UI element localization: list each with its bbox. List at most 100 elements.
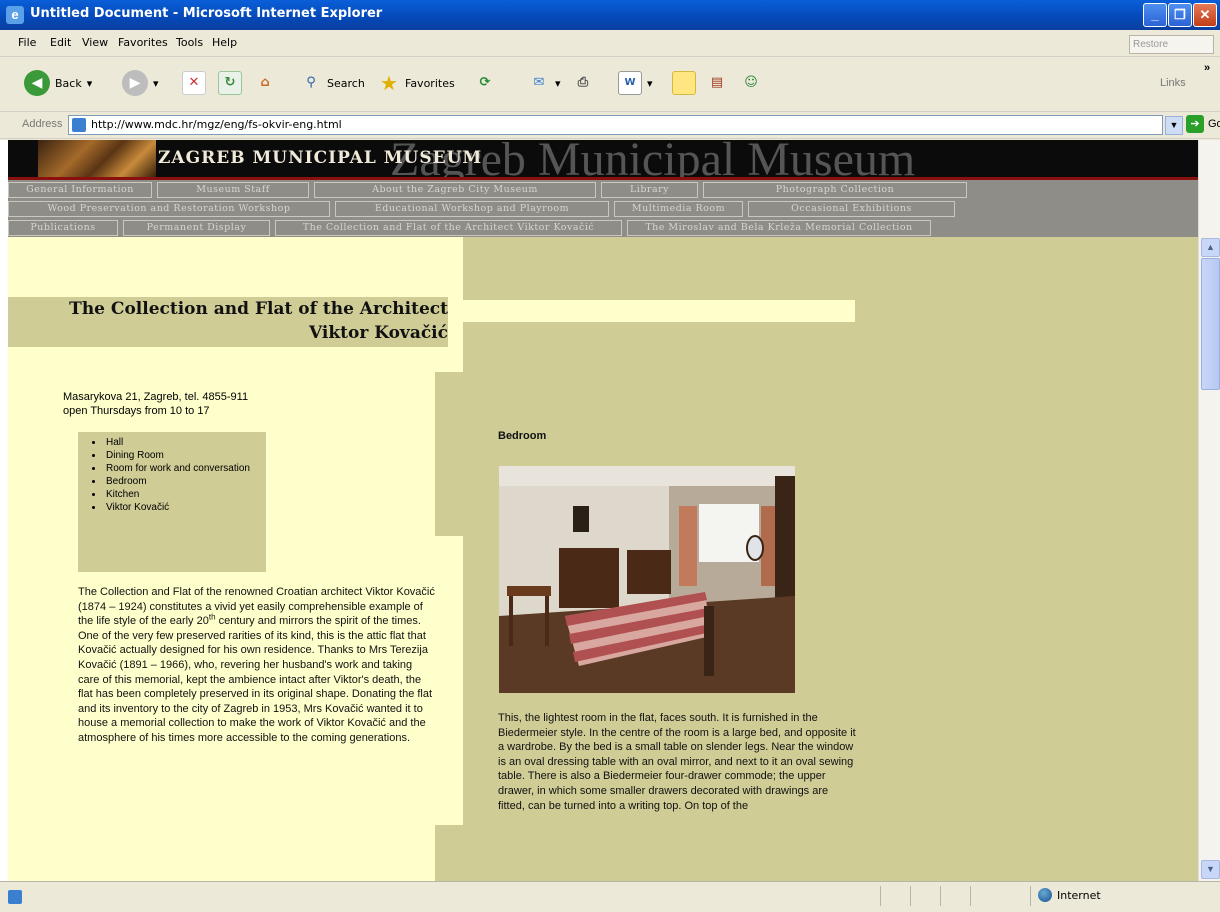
room-link-bedroom[interactable]: Bedroom — [104, 475, 266, 488]
dropdown-arrow-icon: ▾ — [647, 76, 653, 90]
description-part2: century and mirrors the spirit of the ti… — [78, 615, 433, 744]
museum-banner: Zagreb Municipal Museum ZAGREB MUNICIPAL… — [8, 140, 1198, 180]
address-label: Address — [22, 118, 63, 130]
mail-button[interactable]: ✉ ▾ — [528, 69, 561, 97]
nav-about-museum[interactable]: About the Zagreb City Museum — [314, 182, 596, 198]
edit-button[interactable]: W ▾ — [618, 69, 653, 97]
dropdown-arrow-icon: ▾ — [153, 76, 159, 90]
close-icon: ✕ — [1199, 7, 1211, 22]
back-button[interactable]: ◀ Back ▾ — [24, 69, 92, 97]
scroll-up-button[interactable]: ▲ — [1201, 238, 1220, 257]
nav-library[interactable]: Library — [601, 182, 698, 198]
history-button[interactable]: ⟳ — [474, 69, 496, 97]
address-street: Masarykova 21, Zagreb, tel. 4855-911 — [63, 391, 249, 403]
room-link-work-room[interactable]: Room for work and conversation — [104, 462, 266, 475]
chevron-right-icon[interactable]: » — [1204, 62, 1210, 74]
nav-kovacic-collection[interactable]: The Collection and Flat of the Architect… — [275, 220, 622, 236]
star-icon: ★ — [380, 71, 398, 95]
status-separator — [940, 886, 941, 906]
menu-edit[interactable]: Edit — [50, 36, 71, 49]
maximize-icon: ❐ — [1174, 7, 1186, 22]
address-input[interactable]: http://www.mdc.hr/mgz/eng/fs-okvir-eng.h… — [68, 115, 1163, 135]
research-button[interactable]: ▤ — [706, 69, 728, 97]
minimize-icon: _ — [1151, 7, 1159, 22]
page-viewport: Zagreb Municipal Museum ZAGREB MUNICIPAL… — [0, 140, 1198, 881]
vertical-scrollbar[interactable]: ▲ ▼ — [1198, 140, 1220, 881]
room-link-kitchen[interactable]: Kitchen — [104, 488, 266, 501]
security-zone: Internet — [1038, 888, 1101, 902]
room-link-viktor-kovacic[interactable]: Viktor Kovačić — [104, 501, 266, 514]
nav-photograph-collection[interactable]: Photograph Collection — [703, 182, 967, 198]
room-link-dining-room[interactable]: Dining Room — [104, 449, 266, 462]
status-separator — [970, 886, 971, 906]
menu-tools[interactable]: Tools — [176, 36, 203, 49]
messenger-button[interactable]: ☺ — [740, 69, 762, 97]
print-icon: ⎙ — [577, 75, 589, 90]
bedroom-photo-illustration — [499, 466, 795, 693]
zone-label: Internet — [1057, 888, 1101, 902]
mail-icon: ✉ — [533, 75, 545, 90]
back-arrow-icon: ◀ — [24, 70, 50, 96]
nav-museum-staff[interactable]: Museum Staff — [157, 182, 309, 198]
refresh-icon: ↻ — [218, 71, 242, 95]
navigation-menu: General Information Museum Staff About t… — [8, 180, 1198, 237]
nav-general-information[interactable]: General Information — [8, 182, 152, 198]
search-icon: ⚲ — [306, 75, 316, 90]
nav-krleza-collection[interactable]: The Miroslav and Bela Krleža Memorial Co… — [627, 220, 931, 236]
links-label[interactable]: Links — [1160, 77, 1186, 89]
address-bar: Address http://www.mdc.hr/mgz/eng/fs-okv… — [0, 112, 1220, 139]
print-button[interactable]: ⎙ — [572, 69, 594, 97]
nav-multimedia-room[interactable]: Multimedia Room — [614, 201, 743, 217]
home-button[interactable]: ⌂ — [254, 69, 276, 97]
discuss-button[interactable] — [672, 69, 696, 97]
nav-wood-preservation[interactable]: Wood Preservation and Restoration Worksh… — [8, 201, 330, 217]
nav-publications[interactable]: Publications — [8, 220, 118, 236]
menu-favorites[interactable]: Favorites — [118, 36, 168, 49]
restore-button[interactable]: Restore — [1129, 35, 1214, 54]
messenger-icon: ☺ — [744, 75, 758, 90]
minimize-button[interactable]: _ — [1143, 3, 1167, 27]
scroll-thumb[interactable] — [1201, 258, 1220, 390]
nav-educational-workshop[interactable]: Educational Workshop and Playroom — [335, 201, 609, 217]
opening-hours: open Thursdays from 10 to 17 — [63, 405, 210, 417]
title-bar: e Untitled Document - Microsoft Internet… — [0, 0, 1220, 30]
menu-view[interactable]: View — [82, 36, 108, 49]
forward-button[interactable]: ▶ ▾ — [122, 69, 159, 97]
description-superscript: th — [208, 612, 216, 622]
nav-occasional-exhibitions[interactable]: Occasional Exhibitions — [748, 201, 955, 217]
chevron-down-icon: ▼ — [1206, 864, 1215, 874]
scroll-down-button[interactable]: ▼ — [1201, 860, 1220, 879]
status-separator — [1030, 886, 1031, 906]
go-label: Go — [1208, 118, 1220, 130]
nav-permanent-display[interactable]: Permanent Display — [123, 220, 270, 236]
dropdown-arrow-icon: ▾ — [86, 76, 93, 90]
address-dropdown-button[interactable]: ▼ — [1165, 116, 1183, 135]
title-bar-extension — [463, 300, 855, 322]
rooms-list: Hall Dining Room Room for work and conve… — [78, 432, 266, 572]
favorites-button[interactable]: ★ Favorites — [378, 69, 455, 97]
stop-button[interactable]: ✕ — [182, 69, 206, 97]
stop-icon: ✕ — [182, 71, 206, 95]
globe-icon — [1038, 888, 1052, 902]
window-title: Untitled Document - Microsoft Internet E… — [30, 6, 383, 21]
close-button[interactable]: ✕ — [1193, 3, 1217, 27]
search-label: Search — [327, 76, 365, 90]
research-icon: ▤ — [710, 75, 724, 90]
banner-image — [38, 140, 156, 180]
go-arrow-icon: ➔ — [1186, 115, 1204, 133]
room-link-hall[interactable]: Hall — [104, 436, 266, 449]
bedroom-description: This, the lightest room in the flat, fac… — [498, 712, 856, 812]
go-button[interactable]: ➔ Go — [1186, 115, 1220, 133]
menu-help[interactable]: Help — [212, 36, 237, 49]
collection-description: The Collection and Flat of the renowned … — [78, 585, 436, 746]
search-button[interactable]: ⚲ Search — [300, 69, 365, 97]
maximize-button[interactable]: ❐ — [1168, 3, 1192, 27]
status-separator — [880, 886, 881, 906]
favorites-label: Favorites — [405, 76, 455, 90]
banner-title: ZAGREB MUNICIPAL MUSEUM — [158, 148, 483, 168]
menu-file[interactable]: File — [18, 36, 36, 49]
home-icon: ⌂ — [260, 75, 270, 90]
page-title-line1: The Collection and Flat of the Architect — [69, 299, 448, 319]
forward-arrow-icon: ▶ — [122, 70, 148, 96]
refresh-button[interactable]: ↻ — [218, 69, 242, 97]
